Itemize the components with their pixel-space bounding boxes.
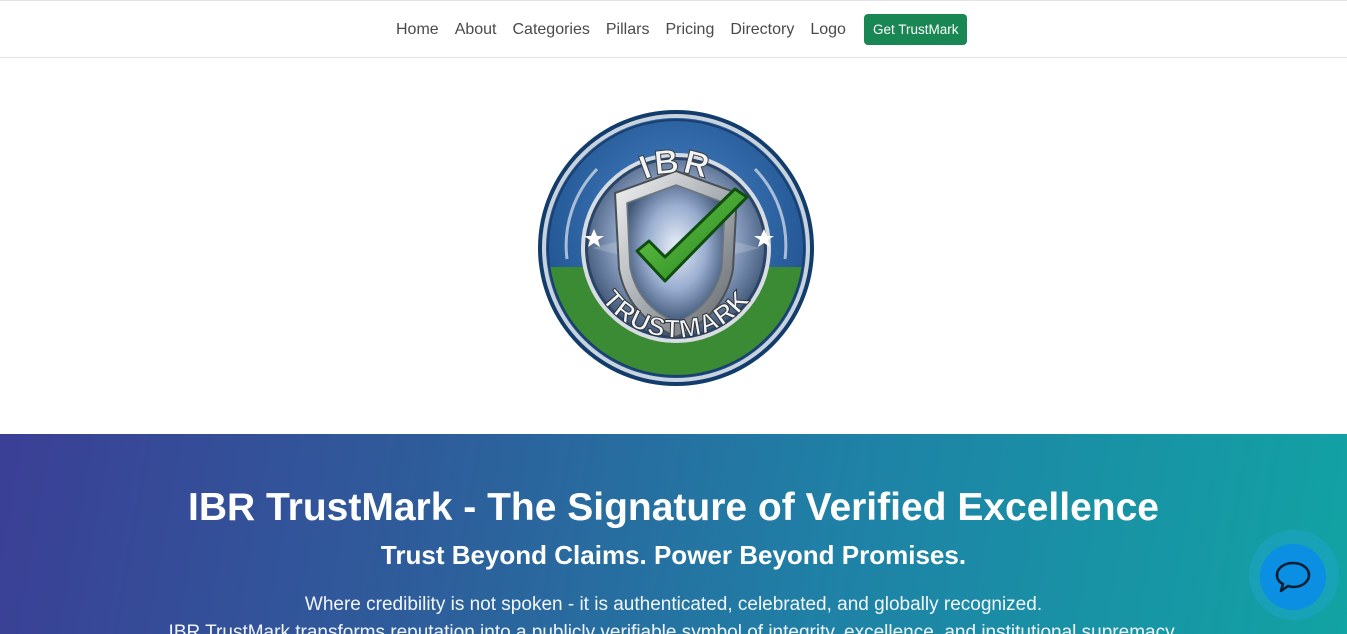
get-trustmark-button[interactable]: Get TrustMark <box>863 14 968 45</box>
hero-title: IBR TrustMark - The Signature of Verifie… <box>188 486 1159 529</box>
hero-subtitle: Trust Beyond Claims. Power Beyond Promis… <box>380 540 967 570</box>
top-navbar: Home About Categories Pillars Pricing Di… <box>0 0 1347 58</box>
chat-bubble-icon <box>1275 561 1311 593</box>
chat-widget <box>1249 530 1339 620</box>
logo-section: IBR TRUSTMARK <box>0 58 1347 434</box>
nav-link-about[interactable]: About <box>447 14 505 45</box>
nav-link-pillars[interactable]: Pillars <box>598 14 658 45</box>
hero-description-line-2: IBR TrustMark transforms reputation into… <box>168 622 1179 634</box>
nav-link-directory[interactable]: Directory <box>722 14 802 45</box>
hero-description-line-1: Where credibility is not spoken - it is … <box>304 594 1043 615</box>
hero-banner: IBR TrustMark - The Signature of Verifie… <box>0 434 1347 634</box>
nav-link-categories[interactable]: Categories <box>505 14 598 45</box>
nav-link-home[interactable]: Home <box>388 14 447 45</box>
nav-menu: Home About Categories Pillars Pricing Di… <box>388 14 968 45</box>
chat-button[interactable] <box>1260 544 1326 610</box>
nav-link-logo[interactable]: Logo <box>802 14 854 45</box>
trustmark-badge-logo: IBR TRUSTMARK <box>538 110 814 386</box>
nav-link-pricing[interactable]: Pricing <box>657 14 722 45</box>
